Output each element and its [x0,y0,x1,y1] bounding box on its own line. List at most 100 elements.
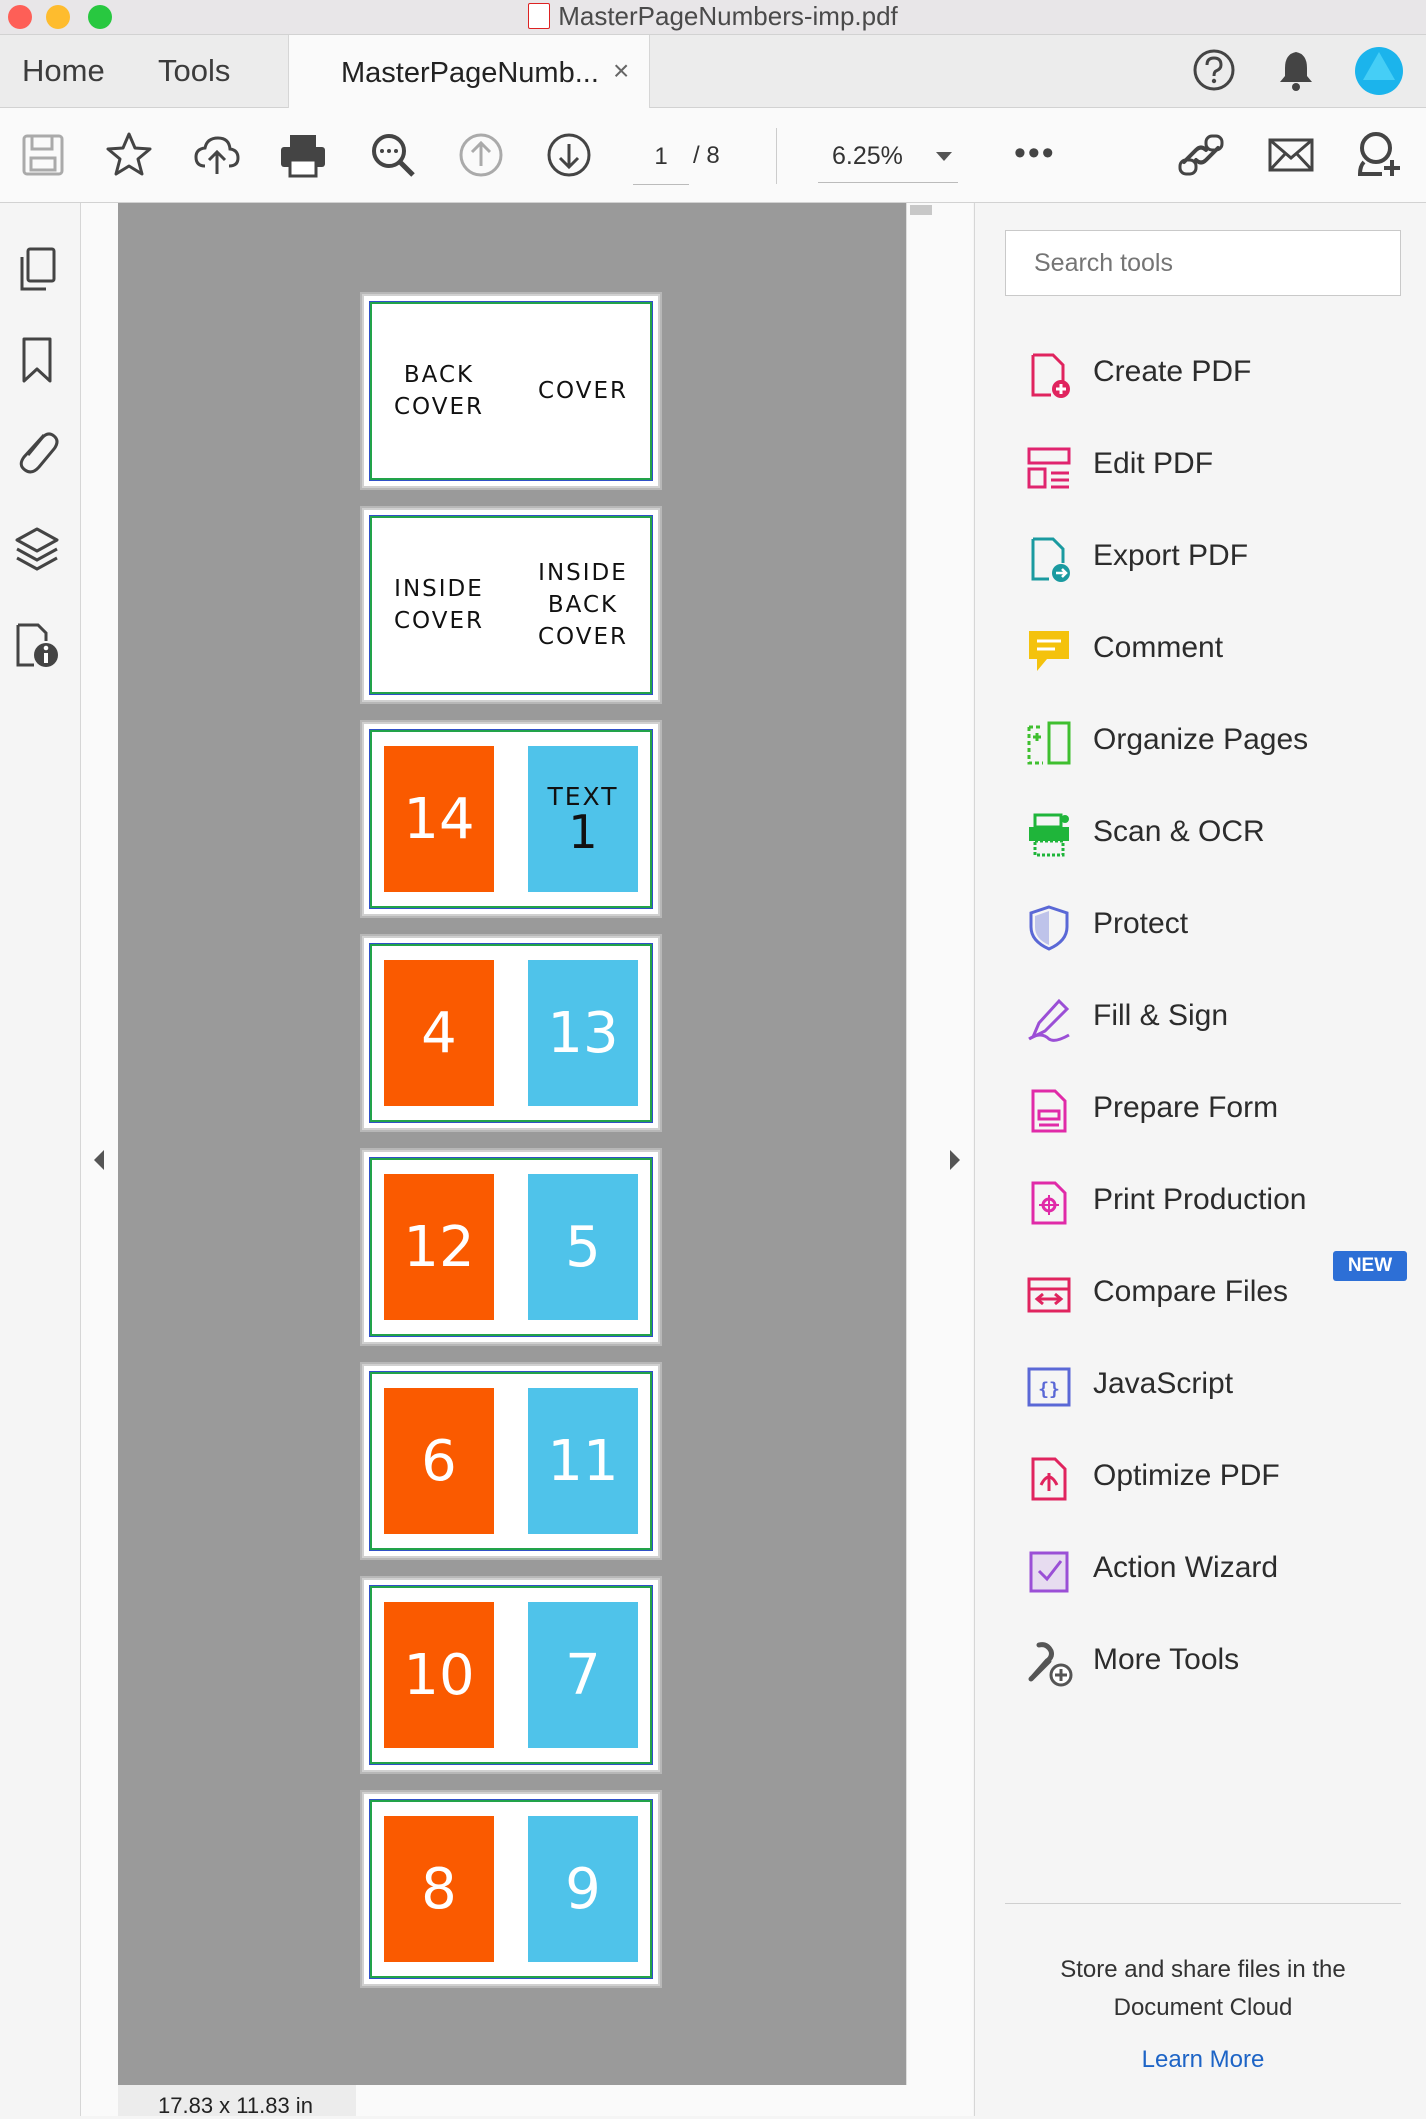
share-link-icon[interactable] [1176,130,1226,180]
prepare-form-icon [1031,1089,1067,1133]
tool-item[interactable]: Create PDF [975,335,1426,415]
page-number-panel: 10 [384,1602,494,1748]
expand-right-panel-icon[interactable] [946,1148,964,1172]
javascript-icon: {} [1027,1367,1071,1407]
attachments-paperclip-icon[interactable] [14,425,60,475]
export-pdf-icon [1031,537,1070,582]
page-number-panel: 14 [384,746,494,892]
page-number-panel: 6 [384,1388,494,1534]
document-cloud-text: Store and share files in the Document Cl… [1060,1956,1346,2021]
window-title: MasterPageNumbers-imp.pdf [0,0,1426,34]
document-canvas[interactable]: BACK COVER COVER INSIDE COVER INSIDE BACK C… [118,203,906,2085]
tool-label: Print Production [1093,1183,1307,1216]
page-spread[interactable]: INSIDE COVER INSIDE BACK COVER [364,510,658,700]
scan-ocr-icon [1029,813,1069,857]
page-number-panel: 4 [384,960,494,1106]
panel-divider [1005,1903,1401,1904]
tool-label: Scan & OCR [1093,815,1265,848]
tool-item[interactable]: Organize Pages [975,703,1426,783]
action-wizard-icon [1029,1551,1069,1593]
page-spread[interactable]: BACK COVER COVER [364,296,658,486]
print-icon[interactable] [278,130,328,180]
tool-item[interactable]: {} JavaScript [975,1347,1426,1427]
zoom-search-icon[interactable] [368,130,418,180]
optimize-pdf-icon [1031,1457,1067,1501]
page-label: BACK COVER [393,362,484,420]
tab-close-button[interactable]: × [613,35,629,107]
email-icon[interactable] [1266,130,1316,180]
page-thumbnails-icon[interactable] [16,245,60,295]
page-spread[interactable]: 14 TEXT 1 [364,724,658,914]
tool-item[interactable]: Protect [975,887,1426,967]
page-dimensions: 17.83 x 11.83 in [158,2093,313,2118]
tool-item[interactable]: More Tools [975,1623,1426,1703]
create-pdf-icon [1031,353,1070,398]
save-icon[interactable] [18,130,68,180]
tool-item[interactable]: Prepare Form [975,1071,1426,1151]
layers-icon[interactable] [14,525,60,575]
comment-icon [1029,631,1069,671]
tool-item[interactable]: Export PDF [975,519,1426,599]
page-number-panel: 8 [384,1816,494,1962]
page-label: INSIDE BACK COVER [537,560,628,650]
page-spread[interactable]: 10 7 [364,1580,658,1770]
page-number-panel: 9 [528,1816,638,1962]
page-number-panel: 11 [528,1388,638,1534]
document-properties-icon[interactable] [14,619,62,671]
page-label: COVER [537,378,628,404]
tool-item[interactable]: Print Production [975,1163,1426,1243]
tab-bar: Home Tools MasterPageNumb... × [0,35,1426,108]
more-tools-icon [1028,1642,1073,1687]
page-spread[interactable]: 4 13 [364,938,658,1128]
help-icon[interactable] [1192,48,1236,92]
upload-cloud-icon[interactable] [192,130,242,180]
page-spread[interactable]: 6 11 [364,1366,658,1556]
tool-label: Prepare Form [1093,1091,1279,1124]
pdf-file-icon [528,3,551,29]
fill-sign-icon [1028,998,1070,1042]
bookmark-star-icon[interactable] [104,130,154,180]
page-number-panel: 7 [528,1602,638,1748]
tool-label: Organize Pages [1093,723,1309,756]
tool-item[interactable]: Optimize PDF [975,1439,1426,1519]
page-number-panel: 13 [528,960,638,1106]
page-number: 1 [568,805,598,859]
user-avatar[interactable] [1354,46,1404,96]
page-size-status: 17.83 x 11.83 in [118,2085,356,2118]
tool-item[interactable]: Edit PDF [975,427,1426,507]
previous-page-icon[interactable] [456,130,506,180]
new-badge: NEW [1333,1251,1407,1281]
tool-item[interactable]: Scan & OCR [975,795,1426,875]
tool-item[interactable]: Action Wizard [975,1531,1426,1611]
title-bar: MasterPageNumbers-imp.pdf [0,0,1426,35]
search-tools-input[interactable] [1005,230,1401,296]
tab-tools[interactable]: Tools [158,35,230,107]
chevron-down-icon [936,152,952,161]
page-total: / 8 [693,142,720,169]
compare-files-icon [1027,1277,1071,1313]
zoom-value: 6.25% [832,142,903,170]
tab-document-label: MasterPageNumb... [341,57,599,89]
page-spread[interactable]: 89 [364,1794,658,1984]
tool-item[interactable]: Comment [975,611,1426,691]
tab-home[interactable]: Home [22,35,105,107]
tool-label: Edit PDF [1093,447,1214,480]
window-title-text: MasterPageNumbers-imp.pdf [558,1,898,31]
scrollbar-thumb[interactable] [910,205,932,215]
zoom-dropdown[interactable]: 6.25% [818,130,958,183]
learn-more-link[interactable]: Learn More [1005,2046,1401,2074]
add-user-icon[interactable] [1354,130,1404,180]
page-spread[interactable]: 12 5 [364,1152,658,1342]
page-number-input[interactable] [633,130,689,185]
bookmarks-icon[interactable] [18,335,58,385]
svg-text:{}: {} [1038,1379,1060,1400]
tool-item[interactable]: Fill & Sign [975,979,1426,1059]
toolbar-divider [776,128,777,184]
more-options-button[interactable]: ••• [1014,134,1056,173]
tool-label: Action Wizard [1093,1551,1279,1584]
notifications-bell-icon[interactable] [1276,48,1316,92]
collapse-left-panel-icon[interactable] [90,1148,108,1172]
next-page-icon[interactable] [544,130,594,180]
vertical-scrollbar[interactable] [906,203,935,2085]
tab-document[interactable]: MasterPageNumb... × [288,35,650,108]
